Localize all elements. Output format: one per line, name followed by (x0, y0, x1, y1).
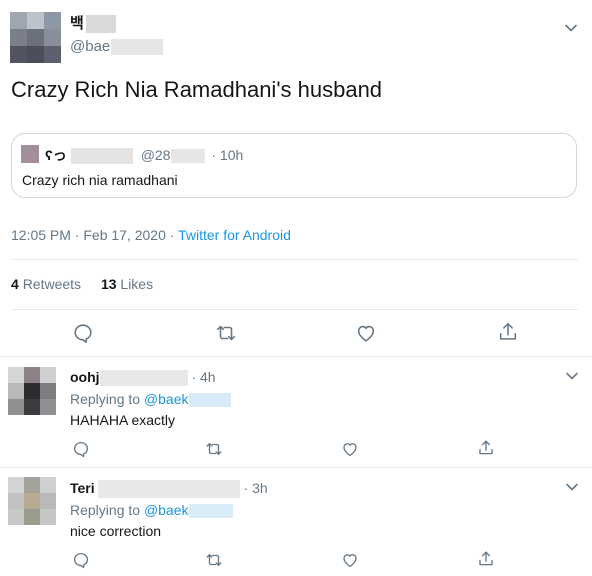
reply-icon[interactable] (72, 440, 90, 458)
reply-author-name[interactable]: oohj (70, 369, 100, 385)
redacted-name-blur (70, 148, 133, 165)
main-tweet-avatar[interactable] (10, 12, 61, 63)
quoted-tweet-name: ʕっ (45, 147, 67, 163)
share-icon[interactable] (477, 439, 495, 457)
reply-avatar[interactable] (8, 477, 56, 525)
retweet-icon[interactable] (215, 322, 237, 344)
likes-count: 13 (100, 276, 117, 292)
retweet-icon[interactable] (205, 551, 223, 569)
reply-text: nice correction (70, 523, 162, 539)
replying-to-handle[interactable]: @baek (144, 502, 189, 518)
retweets-label: Retweets (22, 276, 82, 292)
main-tweet-chevron-down-icon[interactable] (563, 20, 579, 36)
main-tweet-text: Crazy Rich Nia Ramadhani's husband (11, 77, 383, 102)
reply-icon[interactable] (72, 322, 94, 344)
redacted-handle-blur (188, 504, 233, 519)
quoted-tweet-handle: @28 (140, 147, 171, 163)
redacted-name-blur (85, 15, 116, 34)
redacted-name-blur (97, 480, 240, 499)
redacted-handle-blur (188, 393, 231, 408)
reply-text: HAHAHA exactly (70, 412, 176, 428)
quoted-tweet-card[interactable]: ʕっ @28 · 10h Crazy rich nia ramadhani (11, 133, 577, 198)
retweet-icon[interactable] (205, 440, 223, 458)
quoted-tweet-avatar (21, 145, 39, 163)
redacted-handle-blur (111, 39, 164, 56)
retweets-count: 4 (11, 276, 19, 292)
quoted-tweet-text: Crazy rich nia ramadhani (22, 172, 178, 188)
share-icon[interactable] (497, 321, 519, 343)
likes-stat[interactable]: 13 Likes (101, 276, 153, 292)
main-tweet-display-name[interactable]: 백 (70, 15, 84, 32)
reply-icon[interactable] (72, 551, 90, 569)
redacted-handle-blur (171, 149, 206, 164)
replying-to-handle[interactable]: @baek (144, 391, 189, 407)
main-tweet-handle[interactable]: @bae (70, 38, 110, 55)
reply-author-name[interactable]: Teri (70, 480, 95, 496)
retweets-stat[interactable]: 4 Retweets (11, 276, 85, 292)
share-icon[interactable] (477, 550, 495, 568)
main-tweet-timestamp[interactable]: 12:05 PM · Feb 17, 2020 · (11, 227, 178, 243)
reply-chevron-down-icon[interactable] (564, 479, 580, 495)
reply-chevron-down-icon[interactable] (564, 368, 580, 384)
like-heart-icon[interactable] (341, 440, 359, 458)
reply-time[interactable]: · 4h (191, 369, 215, 385)
divider (0, 356, 592, 357)
like-heart-icon[interactable] (341, 551, 359, 569)
divider (11, 259, 578, 260)
redacted-name-blur (99, 370, 188, 387)
reply-time[interactable]: · 3h (244, 480, 268, 496)
likes-label: Likes (120, 276, 154, 292)
replying-to-label: Replying to (70, 391, 144, 407)
divider (11, 309, 578, 310)
tweet-source-link[interactable]: Twitter for Android (178, 227, 291, 243)
divider (0, 467, 592, 468)
reply-avatar[interactable] (8, 367, 56, 415)
like-heart-icon[interactable] (355, 322, 377, 344)
quoted-tweet-time: · 10h (211, 147, 244, 163)
replying-to-label: Replying to (70, 502, 144, 518)
